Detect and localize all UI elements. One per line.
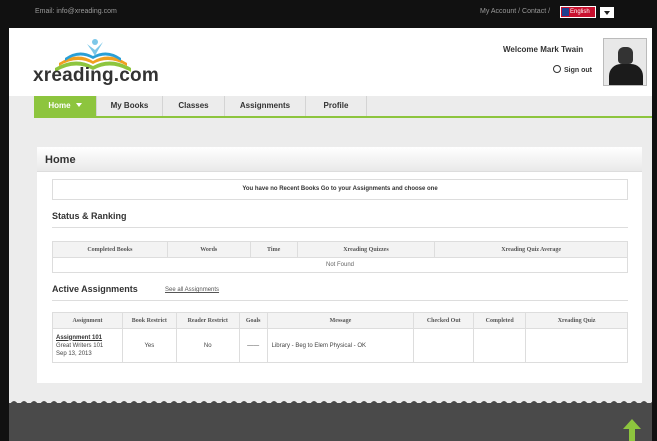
sign-out-label: Sign out [564,67,592,74]
book-restrict-cell: Yes [121,328,177,363]
divider [52,227,628,228]
message-cell: Library - Beg to Elem Physical - OK [266,328,415,363]
column-header: Book Restrict [121,312,177,329]
browser-frame: Email: info@xreading.com My Account / Co… [9,0,652,441]
nav-item-label: Home [48,101,71,110]
active-assignments-table: Assignment Book Restrict Reader Restrict… [52,312,628,363]
site-header: xreading.com Welcome Mark Twain Sign out [9,28,652,96]
column-header: Message [266,312,415,329]
assignment-course: Great Writers 101 [56,342,104,349]
site-footer [9,403,652,441]
column-header: Time [249,241,298,258]
chevron-down-icon [75,103,82,107]
brand-name[interactable]: xreading.com [33,65,159,87]
empty-state: Not Found [52,257,628,273]
scroll-to-top-icon[interactable] [623,419,641,441]
completed-cell [473,328,527,363]
welcome-message: Welcome Mark Twain [503,45,584,54]
table-row: Assignment 101 Great Writers 101 Sep 13,… [52,328,628,363]
divider [52,300,628,301]
uk-flag-icon [562,8,569,16]
page-title: Home [45,154,76,166]
nav-item-assignments[interactable]: Assignments [225,96,306,116]
nav-item-my-books[interactable]: My Books [97,96,163,116]
active-assignments-title: Active Assignments [52,284,138,294]
column-header: Words [166,241,251,258]
column-header: Reader Restrict [175,312,240,329]
status-ranking-title: Status & Ranking [52,211,127,221]
home-panel: Home You have no Recent Books Go to your… [37,147,642,383]
language-dropdown-icon[interactable] [600,7,614,18]
panel-header: Home [37,147,642,172]
assignment-link[interactable]: Assignment 101 [56,335,102,341]
recent-books-notice: You have no Recent Books Go to your Assi… [52,179,628,200]
nav-item-classes[interactable]: Classes [163,96,225,116]
assignment-date: Sep 13, 2013 [56,350,92,357]
avatar[interactable] [603,38,647,86]
column-header: Completed Books [52,241,168,258]
column-header: Completed [473,312,527,329]
language-selector[interactable]: English [560,6,596,18]
column-header: Goals [238,312,268,329]
nav-item-home[interactable]: Home [34,96,97,116]
power-icon [553,65,561,73]
top-bar: Email: info@xreading.com My Account / Co… [9,0,652,28]
column-header: Xreading Quizzes [296,241,436,258]
nav-item-profile[interactable]: Profile [306,96,367,116]
goals-cell: —— [238,328,268,363]
see-all-assignments-link[interactable]: See all Assignments [165,287,219,293]
checked-out-cell [413,328,475,363]
column-header: Assignment [52,312,123,329]
reader-restrict-cell: No [175,328,240,363]
main-nav: Home My Books Classes Assignments Profil… [34,96,652,118]
sign-out-link[interactable]: Sign out [553,65,592,74]
status-ranking-table: Completed Books Words Time Xreading Quiz… [52,241,628,273]
column-header: Xreading Quiz [525,312,628,329]
column-header: Xreading Quiz Average [434,241,628,258]
assignment-cell: Assignment 101 Great Writers 101 Sep 13,… [52,328,123,363]
account-contact-links[interactable]: My Account / Contact / [480,8,550,15]
quiz-cell [525,328,628,363]
contact-email[interactable]: Email: info@xreading.com [35,8,117,15]
language-label: English [570,9,590,15]
column-header: Checked Out [413,312,475,329]
table-row: Not Found [52,257,628,273]
